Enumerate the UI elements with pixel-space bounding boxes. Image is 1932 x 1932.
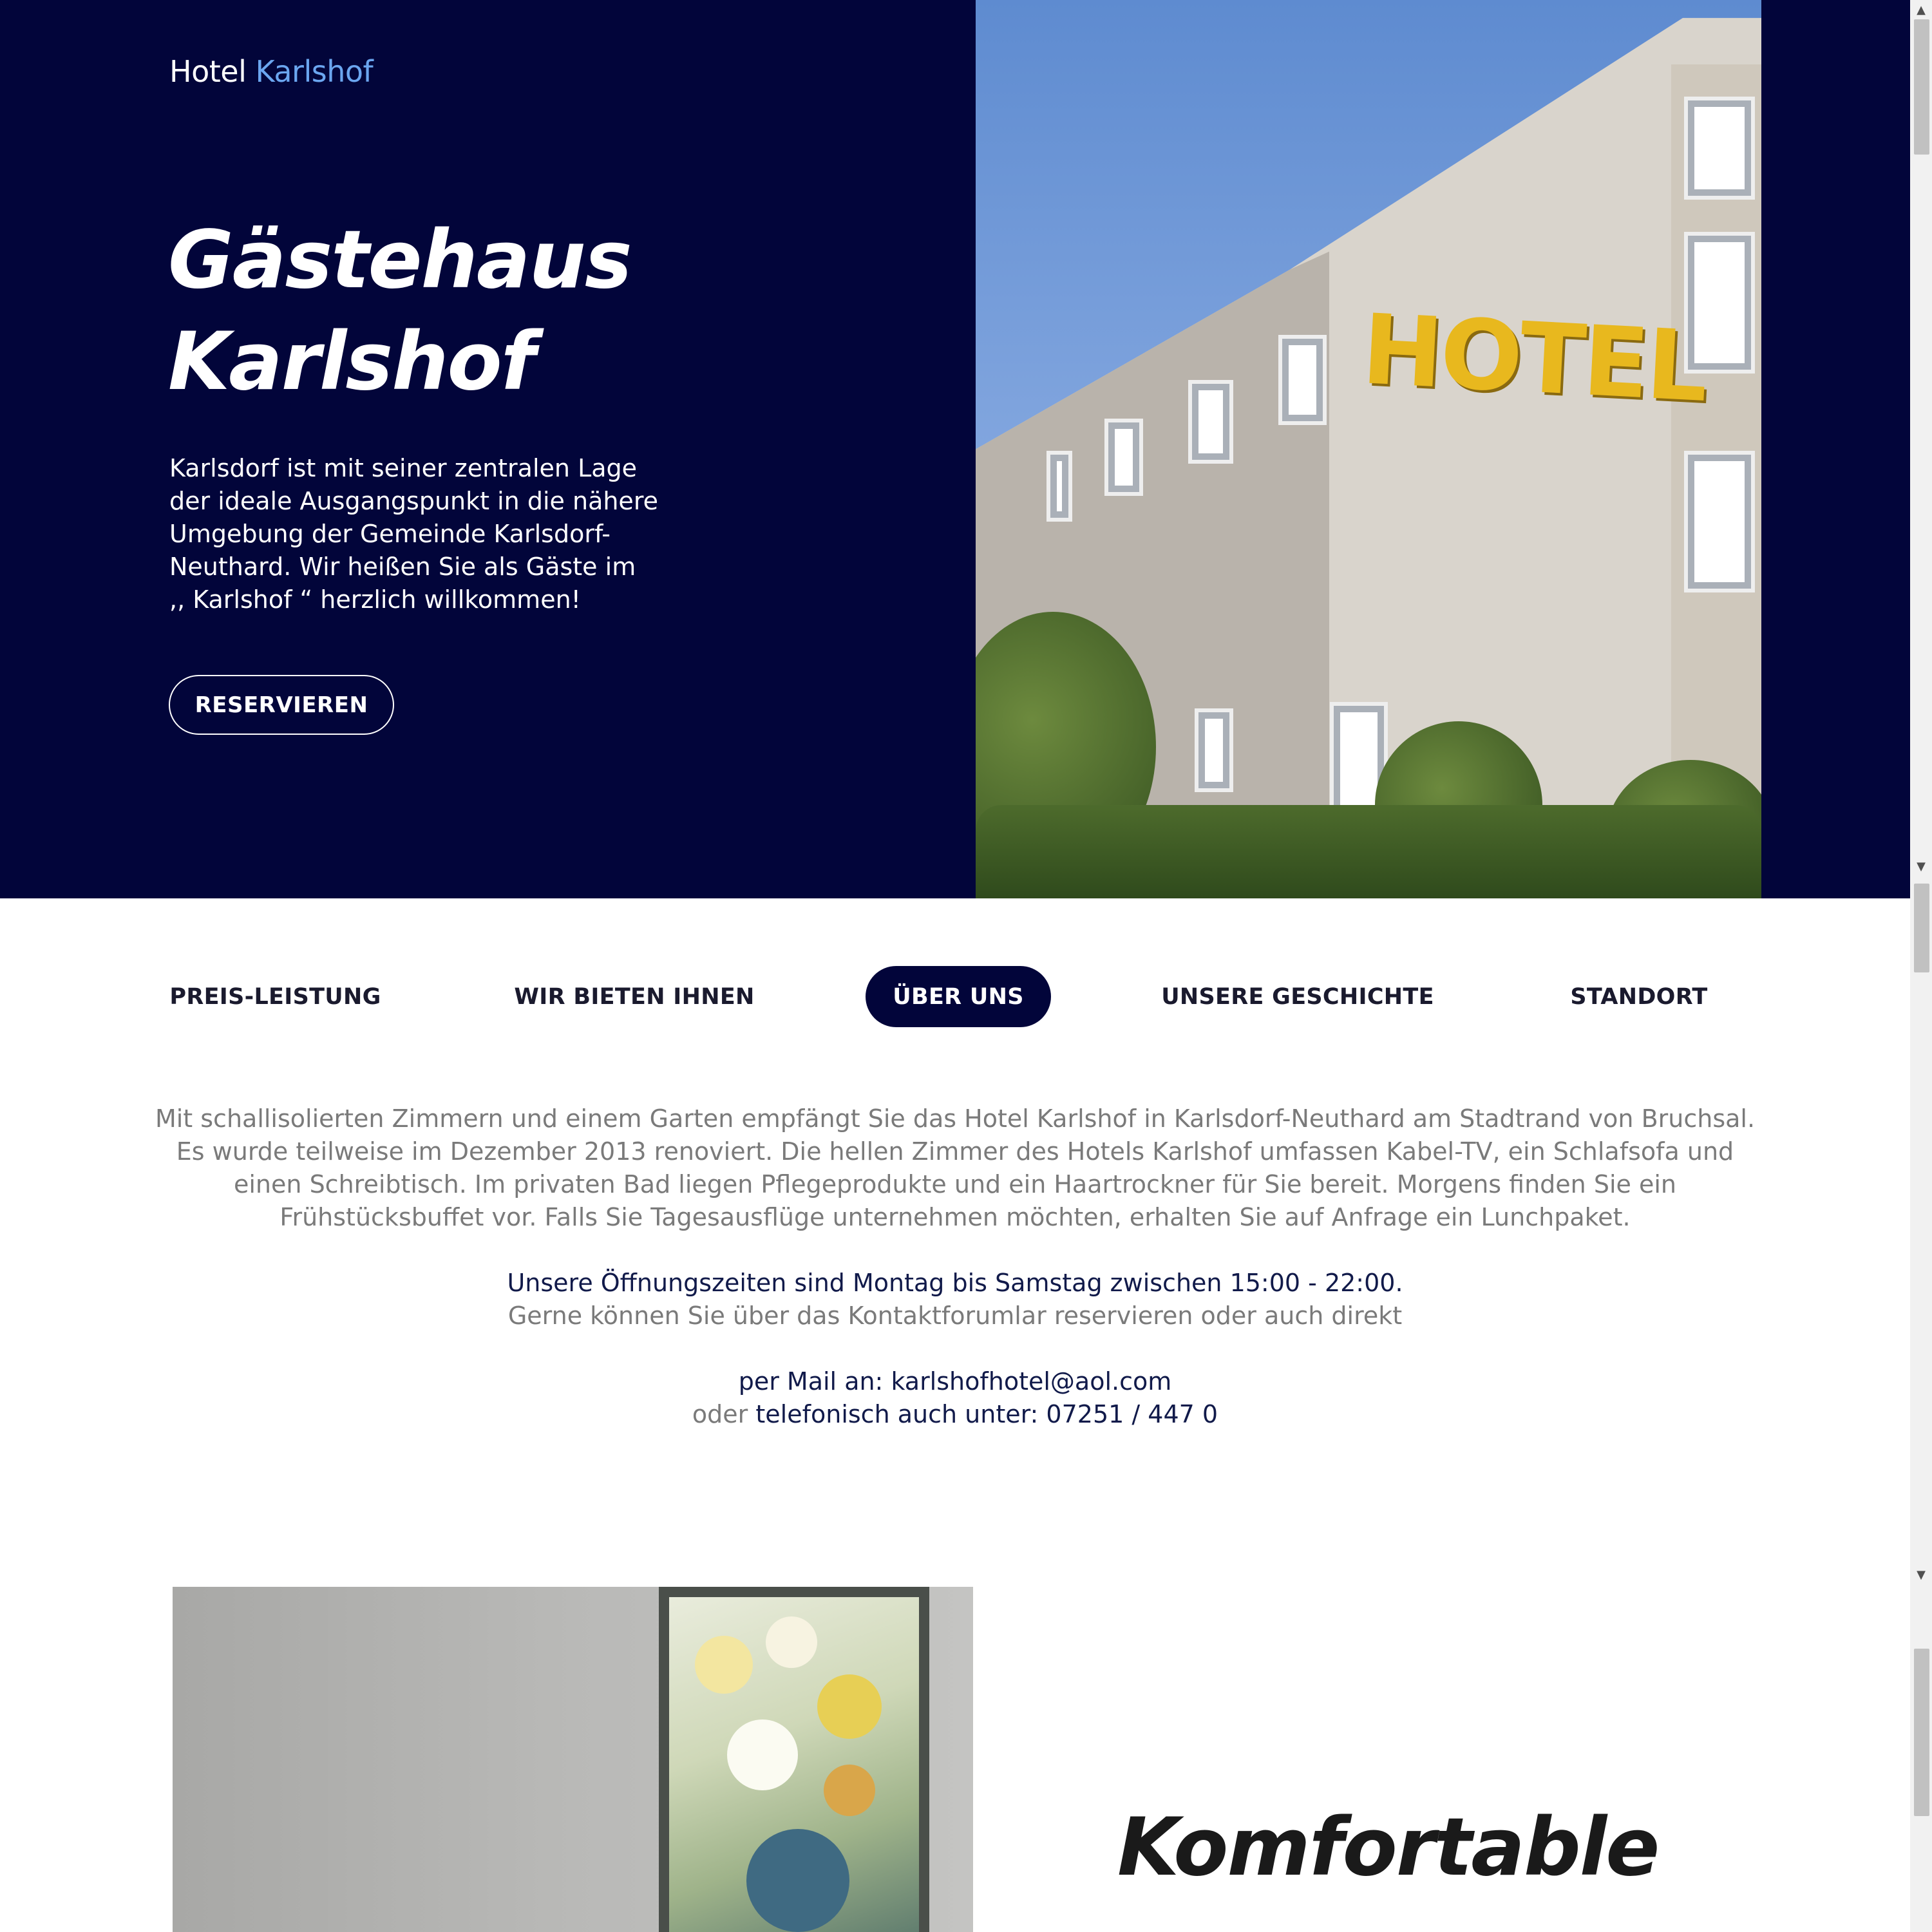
tab-ueber-uns[interactable]: ÜBER UNS — [866, 966, 1051, 1027]
wall-painting — [659, 1587, 929, 1932]
scroll-thumb-secondary[interactable] — [1914, 884, 1929, 972]
photo-window — [1684, 232, 1755, 374]
scrollbar[interactable]: ▲ ▼ ▼ — [1910, 0, 1932, 1932]
photo-window — [1104, 419, 1143, 496]
painting-flower — [766, 1616, 817, 1668]
scroll-thumb-lower[interactable] — [1914, 1649, 1929, 1816]
phone-prefix: oder — [692, 1400, 748, 1428]
photo-window — [1278, 335, 1327, 425]
about-paragraph: Mit schallisolierten Zimmern und einem G… — [155, 1104, 1756, 1231]
brand-name: Hotel — [169, 54, 247, 89]
painting-flower — [817, 1674, 882, 1739]
scroll-up-icon[interactable]: ▲ — [1910, 0, 1932, 19]
painting-vase — [746, 1829, 849, 1932]
painting-flower — [824, 1765, 875, 1816]
section-tabs: PREIS-LEISTUNG WIR BIETEN IHNEN ÜBER UNS… — [0, 966, 1910, 1027]
hero-title-line1: Gästehaus — [168, 214, 632, 307]
photo-window — [1188, 380, 1233, 464]
scroll-thumb[interactable] — [1914, 19, 1929, 155]
hero-title-line2: Karlshof — [168, 316, 536, 408]
tab-standort[interactable]: STANDORT — [1562, 966, 1716, 1027]
scroll-down-icon[interactable]: ▼ — [1910, 857, 1932, 876]
hero-title: Gästehaus Karlshof — [168, 209, 876, 413]
photo-window — [1684, 451, 1755, 592]
site-logo[interactable]: Hotel Karlshof — [169, 54, 374, 89]
hero-section: Hotel Karlshof Gästehaus Karlshof Karlsd… — [0, 0, 1910, 898]
photo-window — [1195, 708, 1233, 792]
room-photo — [173, 1587, 973, 1932]
phone-contact[interactable]: telefonisch auch unter: 07251 / 447 0 — [755, 1400, 1218, 1428]
tab-unsere-geschichte[interactable]: UNSERE GESCHICHTE — [1161, 966, 1434, 1027]
rooms-title: Komfortable — [1117, 1801, 1660, 1894]
painting-flower — [695, 1636, 753, 1694]
photo-window — [1046, 451, 1072, 522]
hotel-photo: HOTEL — [976, 0, 1761, 898]
about-section: Mit schallisolierten Zimmern und einem G… — [155, 1103, 1756, 1431]
photo-hedge — [976, 805, 1761, 898]
tab-wir-bieten-ihnen[interactable]: WIR BIETEN IHNEN — [514, 966, 754, 1027]
hero-description: Karlsdorf ist mit seiner zentralen Lage … — [169, 454, 658, 614]
mail-contact[interactable]: per Mail an: karlshofhotel@aol.com — [155, 1365, 1756, 1398]
reserve-button[interactable]: RESERVIEREN — [169, 675, 394, 735]
scroll-down-icon[interactable]: ▼ — [1910, 1565, 1932, 1584]
brand-accent: Karlshof — [255, 54, 374, 89]
hotel-sign: HOTEL — [1359, 294, 1709, 424]
painting-flower — [727, 1719, 798, 1790]
tab-preis-leistung[interactable]: PREIS-LEISTUNG — [164, 966, 386, 1027]
reservation-note: Gerne können Sie über das Kontaktforumla… — [507, 1302, 1403, 1330]
photo-window — [1684, 97, 1755, 200]
opening-hours: Unsere Öffnungszeiten sind Montag bis Sa… — [507, 1269, 1403, 1297]
